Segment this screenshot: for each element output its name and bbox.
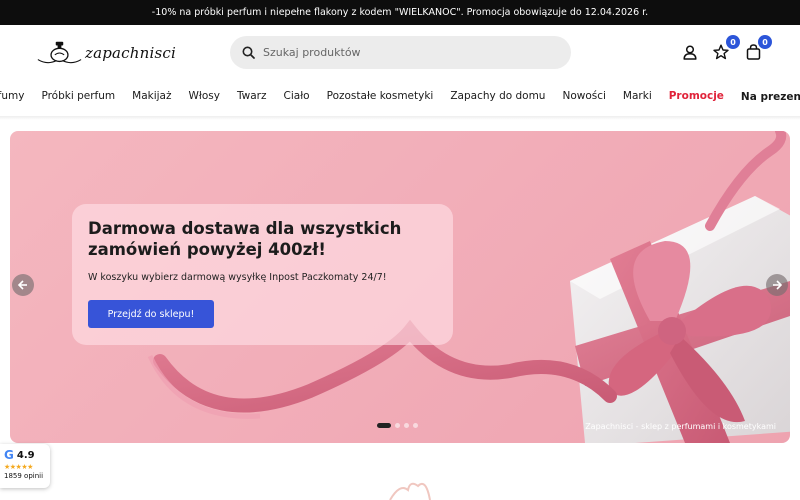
nav-item-zapachy-do-domu[interactable]: Zapachy do domu [450, 90, 545, 102]
arrow-right-icon [773, 280, 783, 290]
nav-divider [0, 116, 800, 120]
promo-card: Darmowa dostawa dla wszystkich zamówień … [72, 204, 453, 345]
google-logo-icon: G [4, 448, 14, 462]
nav-item-perfumy[interactable]: Perfumy [0, 90, 24, 102]
rating-score: 4.9 [16, 449, 35, 461]
slider-dot[interactable] [413, 423, 418, 428]
slider-dot[interactable] [377, 423, 391, 428]
wishlist-button[interactable]: 0 [711, 35, 740, 62]
nav-item-promocje[interactable]: Promocje [669, 90, 724, 102]
slider-dot[interactable] [395, 423, 400, 428]
cart-count-badge: 0 [758, 35, 772, 49]
hero-caption: Zapachnisci - sklep z perfumami i kosmet… [585, 422, 776, 431]
account-button[interactable] [680, 42, 700, 62]
nav-item-marki[interactable]: Marki [623, 90, 652, 102]
hero-text: W koszyku wybierz darmową wysyłkę Inpost… [88, 272, 387, 283]
decorative-flower-icon [389, 482, 431, 500]
slider-dot[interactable] [404, 423, 409, 428]
slider-next-button[interactable] [766, 274, 788, 296]
slider-dots [377, 423, 418, 428]
nav-item-pozostale-kosmetyki[interactable]: Pozostałe kosmetyki [327, 90, 434, 102]
nav-item-twarz[interactable]: Twarz [237, 90, 267, 102]
cart-button[interactable]: 0 [743, 35, 772, 62]
search-bar[interactable] [230, 36, 571, 69]
rating-count: 1859 opinii [4, 472, 44, 480]
user-icon [683, 44, 697, 60]
promo-bar-text: -10% na próbki perfum i niepełne flakony… [151, 7, 649, 18]
logo[interactable]: zapachnisci [36, 37, 176, 69]
nav-item-makijaz[interactable]: Makijaż [132, 90, 171, 102]
header: zapachnisci 0 0 [0, 25, 800, 81]
google-rating-widget[interactable]: G 4.9 ★★★★★ 1859 opinii [0, 444, 50, 488]
nav-item-nowosci[interactable]: Nowości [562, 90, 605, 102]
nav-item-cialo[interactable]: Ciało [284, 90, 310, 102]
nav-item-wlosy[interactable]: Włosy [189, 90, 220, 102]
nav-item-na-prezent[interactable]: Na prezent🎁 [741, 90, 800, 103]
nav-item-probki-perfum[interactable]: Próbki perfum [41, 90, 115, 102]
arrow-left-icon [17, 280, 27, 290]
logo-text: zapachnisci [84, 44, 176, 62]
hero-slider[interactable]: Darmowa dostawa dla wszystkich zamówień … [10, 131, 790, 443]
wishlist-count-badge: 0 [726, 35, 740, 49]
bag-icon [746, 44, 760, 60]
hero-title: Darmowa dostawa dla wszystkich zamówień … [88, 219, 402, 259]
slider-prev-button[interactable] [12, 274, 34, 296]
search-icon[interactable] [242, 46, 255, 59]
search-input[interactable] [263, 46, 553, 59]
perfume-bottle-logo-icon [37, 41, 82, 64]
promo-bar: -10% na próbki perfum i niepełne flakony… [0, 0, 800, 25]
go-to-shop-button[interactable]: Przejdź do sklepu! [88, 300, 214, 328]
rating-stars: ★★★★★ [4, 463, 33, 471]
main-navigation: Perfumy Próbki perfum Makijaż Włosy Twar… [0, 81, 800, 111]
